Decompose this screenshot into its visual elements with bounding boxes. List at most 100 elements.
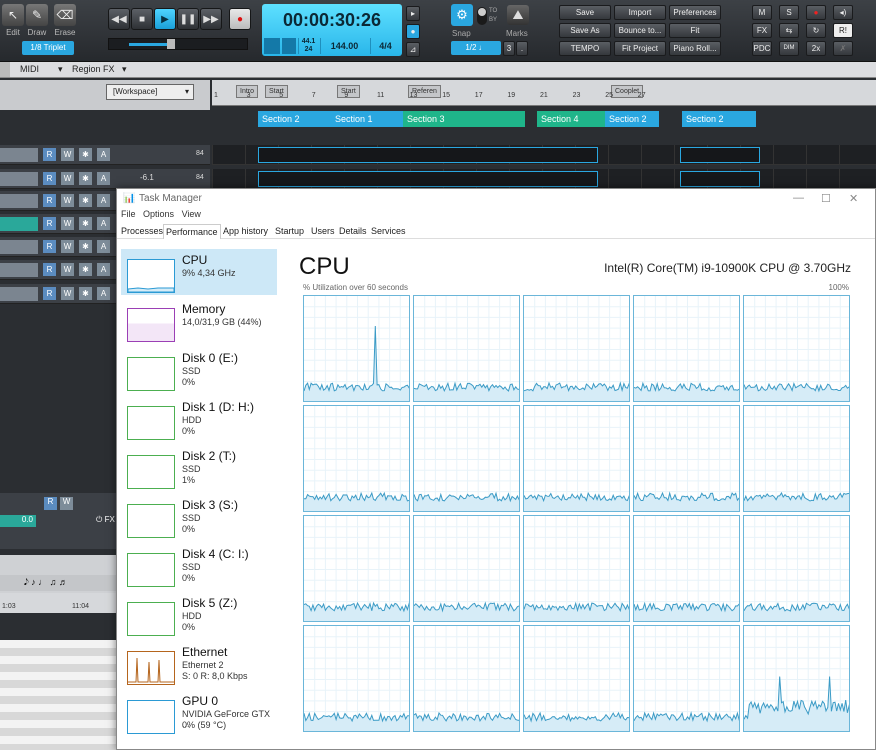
track-volume[interactable]: -6.1	[140, 173, 154, 182]
workspace-select[interactable]: [Workspace] ▾	[106, 84, 194, 100]
track-header[interactable]: R W ✱ A	[0, 145, 210, 165]
refresh-icon[interactable]: ↻	[806, 23, 826, 38]
erase-tool[interactable]: ⌫ Erase	[52, 4, 78, 37]
piano-roll-button[interactable]: Piano Roll...	[669, 41, 721, 56]
write-button[interactable]: W	[61, 240, 74, 253]
pdc-button[interactable]: PDC	[752, 41, 772, 56]
title-bar[interactable]: 📊 Task Manager — ☐ ✕	[117, 189, 875, 209]
archive-button[interactable]: A	[97, 240, 110, 253]
tab-app-history[interactable]: App history	[221, 224, 270, 239]
resource-item[interactable]: Ethernet Ethernet 2 S: 0 R: 8,0 Kbps	[121, 641, 277, 687]
fx-star-icon[interactable]: ✱	[79, 194, 92, 207]
write-button[interactable]: W	[61, 263, 74, 276]
stop-button[interactable]: ■	[131, 8, 153, 30]
fx-star-icon[interactable]: ✱	[79, 263, 92, 276]
gain-value[interactable]: 0.0	[0, 515, 36, 527]
archive-button[interactable]: A	[97, 217, 110, 230]
tempo-display[interactable]: 144.00	[320, 38, 368, 54]
section-block[interactable]: Section 2	[258, 111, 332, 127]
read-button[interactable]: R	[43, 194, 56, 207]
midi-clip[interactable]	[258, 171, 598, 187]
mute-button[interactable]: M	[752, 5, 772, 20]
resource-item[interactable]: Memory 14,0/31,9 GB (44%)	[121, 298, 277, 344]
fx-star-icon[interactable]: ✱	[79, 240, 92, 253]
menu-view[interactable]: View	[182, 209, 201, 219]
import-button[interactable]: Import	[614, 5, 666, 20]
dot-button[interactable]: .	[516, 41, 528, 56]
close-icon[interactable]: ✕	[849, 192, 858, 205]
save-as-button[interactable]: Save As	[559, 23, 611, 38]
track-header[interactable]: R W ✱ A -6.1	[0, 169, 210, 189]
write-button[interactable]: W	[61, 287, 74, 300]
tab-performance[interactable]: Performance	[163, 224, 221, 239]
fx-label[interactable]: ⏻ FX	[96, 515, 115, 525]
read-button[interactable]: R	[43, 148, 56, 161]
preferences-button[interactable]: Preferences	[669, 5, 721, 20]
punch-icon[interactable]: ●	[406, 24, 420, 39]
marks-icon[interactable]: ⛰	[507, 5, 529, 25]
read-button[interactable]: R	[43, 240, 56, 253]
track-name[interactable]	[0, 217, 38, 231]
write-button[interactable]: W	[60, 497, 73, 510]
read-button[interactable]: R	[43, 263, 56, 276]
snap-gear-icon[interactable]: ⚙	[451, 4, 473, 26]
marker[interactable]: Start	[265, 85, 288, 98]
midi-clip[interactable]	[680, 147, 760, 163]
dim-button[interactable]: DIM	[779, 41, 799, 56]
maximize-icon[interactable]: ☐	[821, 192, 831, 205]
track-name[interactable]	[0, 194, 38, 208]
arrow-icon[interactable]: ▸	[406, 6, 420, 21]
marker[interactable]: Start	[337, 85, 360, 98]
resource-item[interactable]: Disk 5 (Z:) HDD 0%	[121, 592, 277, 638]
metronome-icon[interactable]	[282, 38, 296, 54]
forward-button[interactable]: ▶▶	[200, 8, 222, 30]
track-name[interactable]	[0, 148, 38, 162]
write-button[interactable]: W	[61, 217, 74, 230]
section-block[interactable]: Section 2	[682, 111, 756, 127]
resource-item[interactable]: Disk 0 (E:) SSD 0%	[121, 347, 277, 393]
wrench-icon[interactable]: ✗	[833, 41, 853, 56]
archive-button[interactable]: A	[97, 194, 110, 207]
resource-item[interactable]: Disk 4 (C: I:) SSD 0%	[121, 543, 277, 589]
resource-item[interactable]: GPU 0 NVIDIA GeForce GTX ... 0% (59 °C)	[121, 690, 277, 736]
section-block[interactable]: Section 4	[537, 111, 605, 127]
midi-clip[interactable]	[258, 147, 598, 163]
rewind-button[interactable]: ◀◀	[108, 8, 130, 30]
fx-star-icon[interactable]: ✱	[79, 287, 92, 300]
section-block[interactable]: Section 3	[403, 111, 525, 127]
marks-value[interactable]: 3	[503, 41, 515, 56]
fx-button[interactable]: FX	[752, 23, 772, 38]
pause-button[interactable]: ❚❚	[177, 8, 199, 30]
write-button[interactable]: W	[61, 172, 74, 185]
section-block[interactable]: Section 2	[605, 111, 659, 127]
archive-button[interactable]: A	[97, 287, 110, 300]
edit-tool[interactable]: ↖ Edit	[0, 4, 26, 37]
resource-item[interactable]: Disk 3 (S:) SSD 0%	[121, 494, 277, 540]
menu-file[interactable]: File	[121, 209, 136, 219]
tab-details[interactable]: Details	[337, 224, 369, 239]
fit-button[interactable]: Fit	[669, 23, 721, 38]
draw-tool[interactable]: ✎ Draw	[24, 4, 50, 37]
resource-item[interactable]: Disk 2 (T:) SSD 1%	[121, 445, 277, 491]
double-button[interactable]: 2x	[806, 41, 826, 56]
track-name[interactable]	[0, 287, 38, 301]
snap-preset[interactable]: 1/8 Triplet	[22, 41, 74, 55]
fx-star-icon[interactable]: ✱	[79, 148, 92, 161]
fx-star-icon[interactable]: ✱	[79, 172, 92, 185]
r-button[interactable]: R!	[833, 23, 853, 38]
track-lane[interactable]	[212, 169, 876, 189]
resource-item[interactable]: CPU 9% 4,34 GHz	[121, 249, 277, 295]
read-button[interactable]: R	[44, 497, 57, 510]
speaker-icon[interactable]: ◂)	[833, 5, 853, 20]
meter-display[interactable]: 4/4	[370, 38, 400, 54]
solo-button[interactable]: S	[779, 5, 799, 20]
track-name[interactable]	[0, 240, 38, 254]
fx-star-icon[interactable]: ✱	[79, 217, 92, 230]
fit-project-button[interactable]: Fit Project	[614, 41, 666, 56]
snap-toggle[interactable]	[477, 7, 487, 25]
track-name[interactable]	[0, 172, 38, 186]
loop-icon[interactable]	[264, 38, 280, 54]
menu-options[interactable]: Options	[143, 209, 174, 219]
record-arm-icon[interactable]: ●	[806, 5, 826, 20]
archive-button[interactable]: A	[97, 172, 110, 185]
